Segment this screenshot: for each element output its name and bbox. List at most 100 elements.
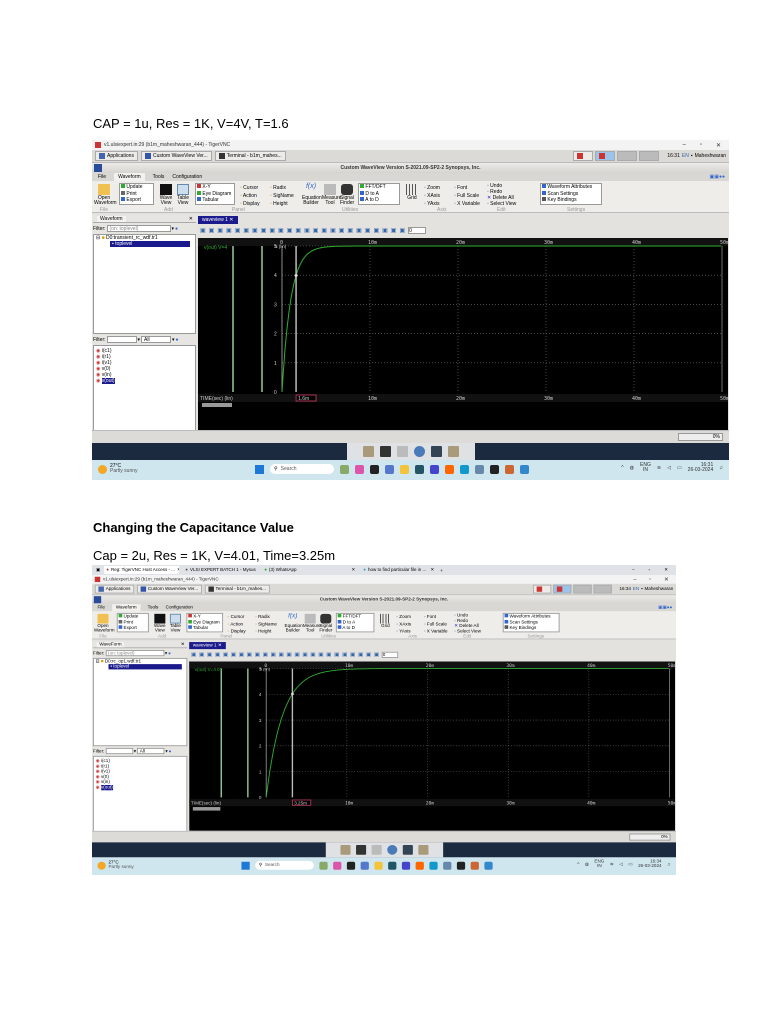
app-button[interactable]: Terminal - b1m_mahes... bbox=[214, 151, 286, 161]
taskbar-widgets-icon[interactable] bbox=[319, 861, 328, 870]
panel-action-button[interactable]: ▫ Action bbox=[228, 622, 243, 627]
grid-icon[interactable]: ▣ bbox=[278, 651, 283, 657]
signal-filter-input[interactable] bbox=[105, 747, 133, 755]
panel-tab[interactable]: Waveform bbox=[97, 216, 126, 222]
browser-tab[interactable]: ● how to find particular file in ... ✕ bbox=[361, 566, 436, 574]
taskbar-app3-icon[interactable] bbox=[484, 861, 493, 870]
measure-icon[interactable]: ▣ bbox=[255, 651, 260, 657]
zoom-x-icon[interactable]: ▣ bbox=[226, 227, 232, 234]
signal-type-select[interactable]: All bbox=[141, 336, 172, 343]
browser-tab[interactable]: ● (3) WhatsApp ✕ bbox=[262, 566, 357, 574]
search-box[interactable]: ⚲ Search bbox=[270, 464, 334, 474]
panel-close-icon[interactable]: ✕ bbox=[181, 642, 185, 647]
language-indicator[interactable]: ENG IN bbox=[594, 860, 604, 869]
panel-close-icon[interactable]: ✕ bbox=[189, 216, 193, 222]
help-icons[interactable]: ▣▣●● bbox=[710, 173, 730, 181]
apply-filter-icon[interactable]: ● bbox=[169, 748, 172, 753]
panel-height-button[interactable]: ▫ Height bbox=[270, 201, 288, 207]
workspace-4[interactable] bbox=[639, 151, 660, 161]
open-waveform-button[interactable]: Open Waveform bbox=[94, 184, 117, 206]
axis-xaxis-button[interactable]: ▫ XAxis bbox=[396, 622, 411, 627]
taskbar-copilot-icon[interactable] bbox=[333, 861, 342, 870]
pulse-icon[interactable]: ▣ bbox=[287, 227, 293, 234]
signal-filter-input[interactable] bbox=[106, 336, 137, 343]
minimize-icon[interactable]: – bbox=[633, 576, 636, 582]
prev-icon[interactable]: ▣ bbox=[294, 651, 299, 657]
taskbar-task-view-icon[interactable] bbox=[370, 464, 379, 474]
settings-list[interactable]: Waveform Attributes Scan Settings Key Bi… bbox=[540, 183, 602, 205]
grid-button[interactable]: Grid bbox=[406, 184, 418, 201]
wifi-icon[interactable]: ≋ bbox=[610, 862, 614, 867]
list-item[interactable]: Jitter vs. Time bbox=[337, 631, 374, 632]
notification-bell-icon[interactable]: ♫ bbox=[719, 465, 723, 471]
copy-icon[interactable]: ▣ bbox=[318, 651, 323, 657]
close-icon[interactable]: ✕ bbox=[716, 142, 721, 149]
step-input[interactable]: 0 bbox=[408, 226, 427, 234]
filter-input[interactable]: (on: toplevel) bbox=[106, 225, 171, 232]
weather-widget[interactable]: 27°C Partly sunny bbox=[97, 860, 134, 870]
filter-input[interactable]: (on: toplevel) bbox=[105, 650, 164, 657]
zoom-fit-icon[interactable]: ▣ bbox=[191, 651, 196, 657]
panel-cursor-button[interactable]: ▫ Cursor bbox=[240, 185, 258, 191]
taskbar-app2-icon[interactable] bbox=[505, 464, 514, 474]
tab-waveview-1[interactable]: waveview 1 ✕ bbox=[189, 642, 226, 650]
panel-height-button[interactable]: ▫ Height bbox=[255, 629, 271, 634]
wifi-icon[interactable]: ≋ bbox=[657, 465, 661, 471]
panel-tab[interactable]: WaveForm bbox=[96, 642, 125, 648]
wave-icon[interactable]: ▣ bbox=[304, 227, 310, 234]
app-button[interactable]: Custom WaveView Ver... bbox=[136, 584, 202, 594]
volume-icon[interactable]: ◁ bbox=[667, 465, 671, 471]
marker-icon[interactable]: ▣ bbox=[261, 227, 267, 234]
panel-type-list[interactable]: X-Y Eye Diagram Tabular Histogram bbox=[186, 612, 224, 633]
browser-tab[interactable]: ● Reg: TigerVNC Host Access - ... ✕ bbox=[104, 566, 180, 574]
save-icon[interactable]: ▣ bbox=[342, 651, 347, 657]
axis-zoom-button[interactable]: ▫ Zoom bbox=[424, 185, 440, 191]
workspace-1[interactable] bbox=[573, 151, 594, 161]
dock-text-editor-icon[interactable] bbox=[397, 446, 408, 457]
taskbar-firefox-icon[interactable] bbox=[445, 464, 454, 474]
signal-filter-dropdown-icon[interactable]: ▾ bbox=[134, 748, 136, 753]
taskbar-app3-icon[interactable] bbox=[520, 464, 529, 474]
taskbar-widgets-icon[interactable] bbox=[340, 464, 349, 474]
cursor-icon[interactable]: ▣ bbox=[239, 651, 244, 657]
start-icon[interactable] bbox=[255, 464, 264, 474]
taskbar-teams-icon[interactable] bbox=[385, 464, 394, 474]
zoom-out-icon[interactable]: ▣ bbox=[217, 227, 223, 234]
axis-full-scale-button[interactable]: ▫ Full Scale bbox=[424, 622, 447, 627]
panel-cursor-button[interactable]: ▫ Cursor bbox=[228, 615, 245, 620]
step-input[interactable]: 0 bbox=[381, 651, 399, 658]
dock-search-icon[interactable] bbox=[431, 446, 442, 457]
link-icon[interactable]: ▣ bbox=[373, 227, 379, 234]
chevron-up-icon[interactable]: ^ bbox=[621, 465, 623, 471]
workspace-2[interactable] bbox=[595, 151, 616, 161]
app-button[interactable]: Terminal - b1m_mahes... bbox=[204, 584, 270, 594]
list-item[interactable]: Bus Mnemonic Map bbox=[542, 203, 601, 204]
signal-item[interactable]: ◉ v(out) bbox=[96, 378, 193, 384]
refresh-icon[interactable]: ● bbox=[175, 226, 178, 232]
taskbar-copilot-icon[interactable] bbox=[355, 464, 364, 474]
taskbar-teams-icon[interactable] bbox=[360, 861, 369, 870]
delete-icon[interactable]: ▣ bbox=[326, 651, 331, 657]
undo-icon[interactable]: ▣ bbox=[391, 227, 397, 234]
zoom-box-icon[interactable]: ▣ bbox=[243, 227, 249, 234]
network-icon[interactable]: ◍ bbox=[630, 465, 634, 471]
language-indicator[interactable]: ENG IN bbox=[640, 463, 651, 473]
taskbar-firefox-icon[interactable] bbox=[415, 861, 424, 870]
apply-filter-icon[interactable]: ● bbox=[176, 337, 179, 343]
utilities-list[interactable]: FFT/DFT D to A A to D Jitter vs. Time bbox=[335, 612, 375, 633]
browser-tab[interactable]: ●VLSI EXPERT BATCH 1 - Mysus✕ bbox=[183, 566, 258, 574]
tab-close-icon[interactable]: ✕ bbox=[430, 567, 434, 573]
file-actions-list[interactable]: Update Print Export Dump Screen bbox=[119, 183, 154, 205]
notification-bell-icon[interactable]: ♫ bbox=[667, 862, 670, 867]
waveform-plot[interactable]: 010m10m20m20m30m30m40m40m50m50m0123455 (… bbox=[198, 238, 728, 430]
list-item[interactable]: Dump Screen bbox=[121, 203, 153, 204]
next-icon[interactable]: ▣ bbox=[321, 227, 327, 234]
prev-icon[interactable]: ▣ bbox=[313, 227, 319, 234]
signal-type-dropdown-icon[interactable]: ▾ bbox=[172, 337, 175, 343]
taskbar-file-explorer-icon[interactable] bbox=[374, 861, 383, 870]
zoom-in-icon[interactable]: ▣ bbox=[199, 651, 204, 657]
signal-finder-button[interactable]: Signal Finder bbox=[319, 613, 332, 633]
workspace-4[interactable] bbox=[593, 584, 613, 594]
edge-icon[interactable]: ▣ bbox=[330, 227, 336, 234]
panel-radix-button[interactable]: ▫ Radix bbox=[270, 185, 286, 191]
